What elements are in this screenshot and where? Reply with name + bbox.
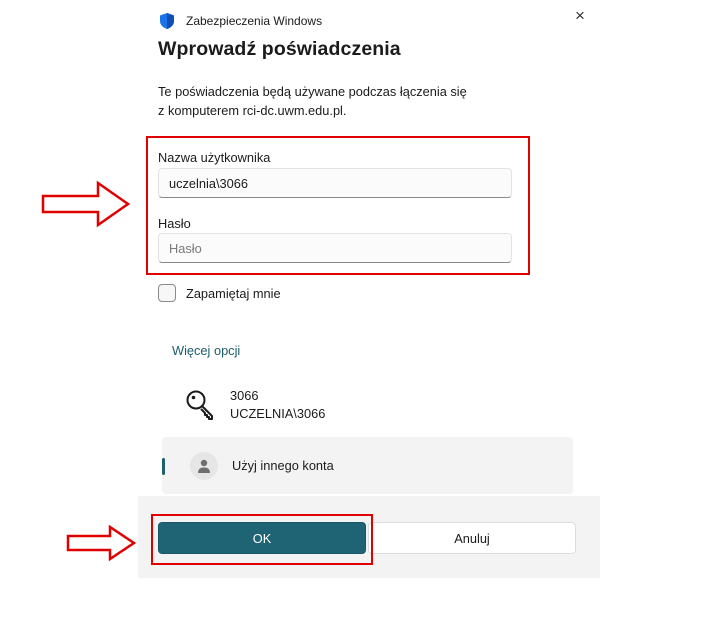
password-label: Hasło <box>158 216 191 231</box>
account-item-other[interactable]: Użyj innego konta <box>162 437 573 494</box>
use-other-account-label: Użyj innego konta <box>232 458 334 473</box>
cancel-button[interactable]: Anuluj <box>368 522 576 554</box>
app-title: Zabezpieczenia Windows <box>186 14 323 28</box>
credentials-dialog: Zabezpieczenia Windows × Wprowadź poświa… <box>138 0 600 578</box>
titlebar: Zabezpieczenia Windows <box>158 10 322 32</box>
password-field[interactable] <box>158 233 512 263</box>
username-field[interactable] <box>158 168 512 198</box>
close-icon: × <box>575 6 585 25</box>
dialog-footer: OK Anuluj <box>138 496 600 578</box>
shield-icon <box>160 13 174 29</box>
remember-label: Zapamiętaj mnie <box>186 285 281 301</box>
more-options-link[interactable]: Więcej opcji <box>172 343 240 358</box>
description-line-1: Te poświadczenia będą używane podczas łą… <box>158 84 467 99</box>
ok-button[interactable]: OK <box>158 522 366 554</box>
annotation-arrow-credentials <box>41 180 131 228</box>
selection-indicator <box>162 458 165 475</box>
dialog-description: Te poświadczenia będą używane podczas łą… <box>158 82 578 120</box>
dialog-heading: Wprowadź poświadczenia <box>158 38 401 60</box>
person-icon <box>198 459 210 473</box>
account-name: 3066 <box>230 388 259 403</box>
username-label: Nazwa użytkownika <box>158 150 271 165</box>
remember-checkbox[interactable] <box>158 284 176 302</box>
key-icon <box>186 390 213 420</box>
account-text: 3066 UCZELNIA\3066 <box>230 387 325 423</box>
account-item-3066[interactable]: 3066 UCZELNIA\3066 <box>162 378 573 432</box>
remember-me-option[interactable]: Zapamiętaj mnie <box>158 284 281 302</box>
account-domain: UCZELNIA\3066 <box>230 406 326 421</box>
page: Zabezpieczenia Windows × Wprowadź poświa… <box>0 0 724 625</box>
avatar <box>190 451 218 480</box>
description-line-2: z komputerem rci-dc.uwm.edu.pl. <box>158 103 347 118</box>
close-button[interactable]: × <box>568 4 592 28</box>
annotation-arrow-ok <box>66 525 137 561</box>
